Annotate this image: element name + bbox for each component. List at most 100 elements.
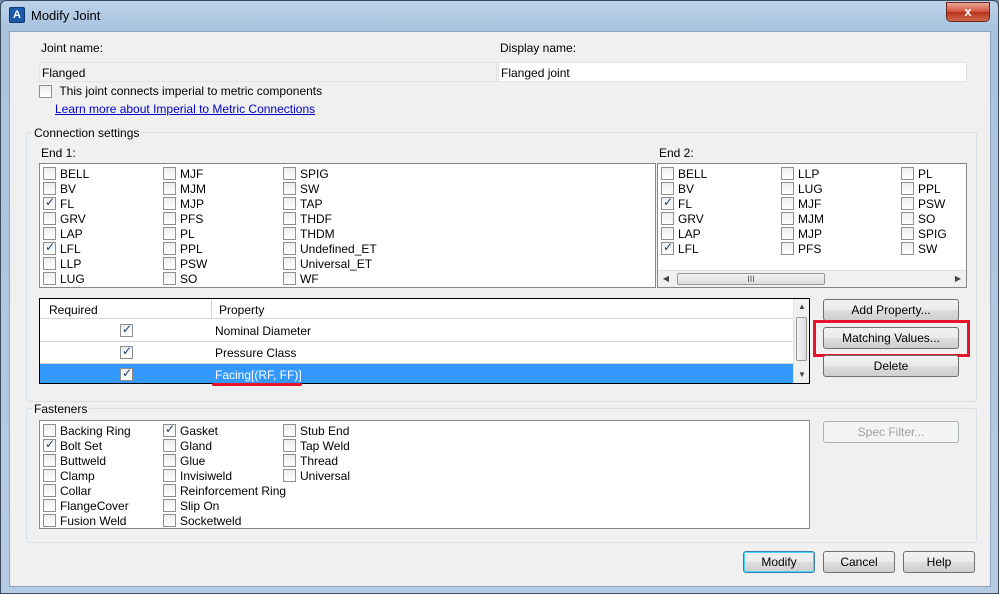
checkbox[interactable]: [163, 167, 176, 181]
checkbox[interactable]: [43, 212, 56, 226]
checkbox[interactable]: [163, 257, 176, 271]
checkbox-item[interactable]: LFL: [661, 240, 699, 257]
checkbox-item[interactable]: Backing Ring: [43, 424, 131, 439]
checkbox[interactable]: [163, 454, 176, 468]
checkbox-item[interactable]: Universal: [283, 469, 350, 484]
checkbox[interactable]: [43, 240, 56, 256]
checkbox-item[interactable]: BELL: [43, 167, 89, 182]
checkbox-item[interactable]: LLP: [43, 257, 81, 272]
checkbox-item[interactable]: PSW: [163, 257, 207, 272]
checkbox-item[interactable]: PL: [163, 227, 195, 242]
cancel-button[interactable]: Cancel: [823, 551, 895, 573]
checkbox[interactable]: [781, 227, 794, 241]
checkbox[interactable]: [781, 167, 794, 181]
checkbox-item[interactable]: Reinforcement Ring: [163, 484, 286, 499]
checkbox-item[interactable]: FL: [43, 195, 74, 212]
checkbox-item[interactable]: MJP: [781, 227, 822, 242]
checkbox-item[interactable]: PFS: [781, 242, 821, 257]
checkbox[interactable]: [901, 227, 914, 241]
required-checkbox[interactable]: [120, 366, 133, 381]
checkbox[interactable]: [163, 182, 176, 196]
display-name-input[interactable]: Flanged joint: [498, 62, 967, 82]
end2-horizontal-scrollbar[interactable]: ◀ III ▶: [658, 270, 966, 287]
checkbox[interactable]: [283, 212, 296, 226]
checkbox-item[interactable]: Bolt Set: [43, 437, 102, 454]
scroll-up-arrow-icon[interactable]: ▲: [794, 299, 809, 315]
checkbox-item[interactable]: Socketweld: [163, 514, 241, 528]
end1-listbox[interactable]: BELLBVFLGRVLAPLFLLLPLUG MJFMJMMJPPFSPLPPL…: [39, 163, 656, 288]
imperial-metric-option[interactable]: This joint connects imperial to metric c…: [39, 84, 322, 99]
checkbox[interactable]: [163, 197, 176, 211]
checkbox-item[interactable]: LUG: [43, 272, 85, 287]
checkbox-item[interactable]: PPL: [163, 242, 203, 257]
checkbox[interactable]: [43, 182, 56, 196]
scroll-right-arrow-icon[interactable]: ▶: [950, 271, 966, 287]
checkbox-item[interactable]: Gasket: [163, 422, 218, 439]
checkbox-item[interactable]: LLP: [781, 167, 819, 182]
checkbox[interactable]: [43, 514, 56, 528]
learn-more-link[interactable]: Learn more about Imperial to Metric Conn…: [55, 102, 315, 116]
checkbox-item[interactable]: SPIG: [901, 227, 947, 242]
required-checkbox[interactable]: [120, 322, 133, 337]
checkbox[interactable]: [283, 469, 296, 483]
checkbox[interactable]: [43, 499, 56, 513]
help-button[interactable]: Help: [903, 551, 975, 573]
checkbox-item[interactable]: PFS: [163, 212, 203, 227]
checkbox[interactable]: [163, 514, 176, 528]
checkbox[interactable]: [163, 484, 176, 498]
checkbox-item[interactable]: Collar: [43, 484, 91, 499]
checkbox-item[interactable]: SO: [163, 272, 197, 287]
checkbox[interactable]: [43, 424, 56, 438]
checkbox-item[interactable]: MJF: [781, 197, 821, 212]
checkbox[interactable]: [781, 212, 794, 226]
checkbox[interactable]: [901, 182, 914, 196]
checkbox[interactable]: [163, 212, 176, 226]
add-property-button[interactable]: Add Property...: [823, 299, 959, 321]
close-button[interactable]: x: [946, 2, 990, 22]
checkbox-item[interactable]: FL: [661, 195, 692, 212]
checkbox-item[interactable]: SO: [901, 212, 935, 227]
matching-values-button[interactable]: Matching Values...: [823, 327, 959, 349]
checkbox[interactable]: [283, 272, 296, 286]
checkbox-item[interactable]: Stub End: [283, 424, 349, 439]
checkbox[interactable]: [163, 499, 176, 513]
checkbox-item[interactable]: Gland: [163, 439, 212, 454]
checkbox-item[interactable]: PL: [901, 167, 933, 182]
checkbox-item[interactable]: BELL: [661, 167, 707, 182]
fasteners-listbox[interactable]: Backing RingBolt SetButtweldClampCollarF…: [39, 420, 810, 529]
column-header-required[interactable]: Required: [49, 303, 98, 317]
checkbox[interactable]: [283, 454, 296, 468]
checkbox[interactable]: [283, 439, 296, 453]
property-row[interactable]: Nominal Diameter: [40, 320, 793, 342]
checkbox-item[interactable]: GRV: [43, 212, 86, 227]
checkbox-item[interactable]: THDM: [283, 227, 335, 242]
checkbox-item[interactable]: TAP: [283, 197, 322, 212]
checkbox-item[interactable]: Glue: [163, 454, 205, 469]
checkbox-item[interactable]: Buttweld: [43, 454, 106, 469]
checkbox[interactable]: [661, 195, 674, 211]
checkbox-item[interactable]: MJF: [163, 167, 203, 182]
checkbox[interactable]: [163, 469, 176, 483]
checkbox[interactable]: [43, 272, 56, 286]
checkbox-item[interactable]: LUG: [781, 182, 823, 197]
column-divider[interactable]: [211, 299, 212, 319]
checkbox-item[interactable]: GRV: [661, 212, 704, 227]
checkbox[interactable]: [661, 212, 674, 226]
checkbox[interactable]: [283, 167, 296, 181]
checkbox[interactable]: [661, 227, 674, 241]
imperial-metric-checkbox[interactable]: [39, 85, 52, 99]
checkbox[interactable]: [901, 167, 914, 181]
checkbox-item[interactable]: SW: [283, 182, 319, 197]
checkbox-item[interactable]: PPL: [901, 182, 941, 197]
end2-listbox[interactable]: ◀ III ▶ BELLBVFLGRVLAPLFL LLPLUGMJFMJMMJP…: [657, 163, 967, 288]
checkbox[interactable]: [43, 437, 56, 453]
checkbox-item[interactable]: THDF: [283, 212, 332, 227]
checkbox-item[interactable]: Fusion Weld: [43, 514, 126, 528]
checkbox[interactable]: [43, 257, 56, 271]
checkbox-item[interactable]: Invisiweld: [163, 469, 232, 484]
checkbox[interactable]: [43, 484, 56, 498]
checkbox[interactable]: [901, 212, 914, 226]
checkbox[interactable]: [163, 439, 176, 453]
checkbox-item[interactable]: FlangeCover: [43, 499, 129, 514]
checkbox-item[interactable]: MJP: [163, 197, 204, 212]
